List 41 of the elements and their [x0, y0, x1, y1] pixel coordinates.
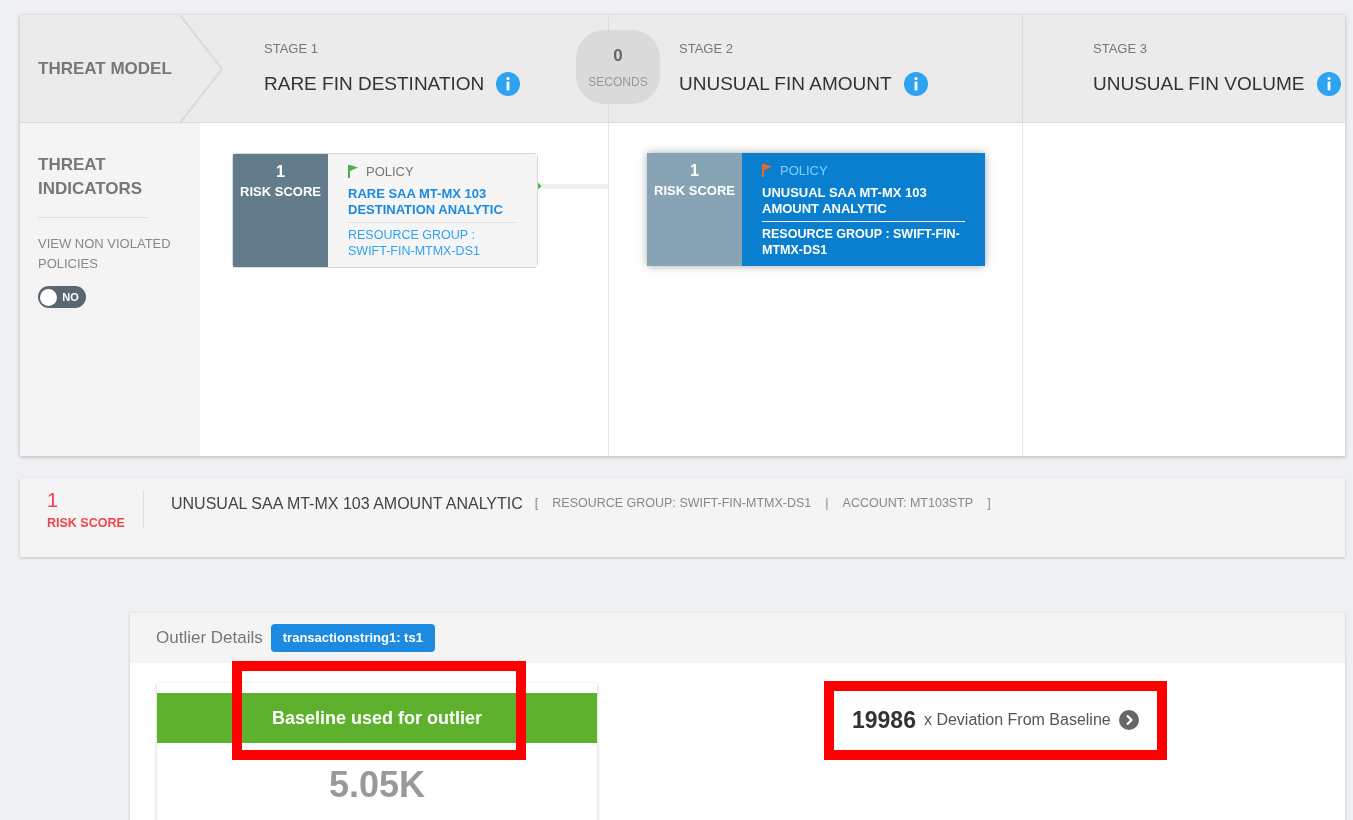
- detail-meta: RESOURCE GROUP: SWIFT-FIN-MTMX-DS1: [552, 495, 812, 512]
- detail-meta: [: [534, 495, 539, 512]
- stage-label: STAGE 3: [1093, 39, 1148, 58]
- risk-score-label: RISK SCORE: [240, 183, 321, 201]
- resource-group: RESOURCE GROUP : SWIFT-FIN-MTMX-DS1: [762, 225, 965, 258]
- outlier-details-title: Outlier Details: [156, 627, 263, 650]
- risk-score-label: RISK SCORE: [47, 515, 126, 532]
- policy-name[interactable]: UNUSUAL SAA MT-MX 103 AMOUNT ANALYTIC: [762, 184, 965, 222]
- stage-title: RARE FIN DESTINATION: [264, 72, 485, 96]
- resource-group: RESOURCE GROUP : SWIFT-FIN-MTMX-DS1: [348, 226, 518, 259]
- toggle-switch[interactable]: NO: [38, 286, 86, 308]
- stage-label: STAGE 1: [264, 39, 319, 58]
- toggle-label: VIEW NON VIOLATED POLICIES: [38, 235, 172, 273]
- stage-title: UNUSUAL FIN AMOUNT: [679, 72, 892, 96]
- baseline-title: Baseline used for outlier: [271, 706, 483, 730]
- risk-score-value: 1: [47, 490, 60, 510]
- elapsed-time-value: 0: [613, 45, 623, 68]
- policy-label: POLICY: [780, 162, 828, 180]
- deviation-label: x Deviation From Baseline: [923, 710, 1111, 731]
- deviation-value: 19986: [852, 706, 916, 735]
- detail-meta: |: [825, 495, 829, 512]
- policy-label: POLICY: [366, 163, 414, 181]
- policy-name[interactable]: RARE SAA MT-MX 103 DESTINATION ANALYTIC: [348, 185, 518, 223]
- policy-name: UNUSUAL SAA MT-MX 103 AMOUNT ANALYTIC: [171, 494, 523, 514]
- elapsed-time-unit: SECONDS: [588, 73, 648, 91]
- info-icon[interactable]: [496, 72, 521, 97]
- chevron-right-icon[interactable]: [1118, 710, 1139, 731]
- threat-model-title: THREAT MODEL: [38, 57, 172, 80]
- risk-score-value: 1: [276, 162, 285, 182]
- transaction-tag: transactionstring1: ts1: [270, 624, 435, 652]
- policy-card[interactable]: 1 RISK SCORE POLICY RARE SAA MT-MX 103 DESTINATION ANALYTIC RESOURCE GROUP : SWIFT-FIN-MTMX-DS1: [232, 153, 539, 268]
- threat-indicators-title: THREAT INDICATORS: [38, 153, 148, 218]
- risk-score-label: RISK SCORE: [654, 182, 735, 200]
- risk-score-value: 1: [690, 161, 699, 181]
- baseline-value: 5.05K: [327, 765, 427, 805]
- info-icon[interactable]: [1316, 72, 1341, 97]
- stage-title: UNUSUAL FIN VOLUME: [1093, 72, 1305, 96]
- stage-label: STAGE 2: [679, 39, 734, 58]
- info-icon[interactable]: [903, 72, 928, 97]
- detail-meta: ACCOUNT: MT103STP: [842, 495, 974, 512]
- detail-meta: ]: [987, 495, 991, 512]
